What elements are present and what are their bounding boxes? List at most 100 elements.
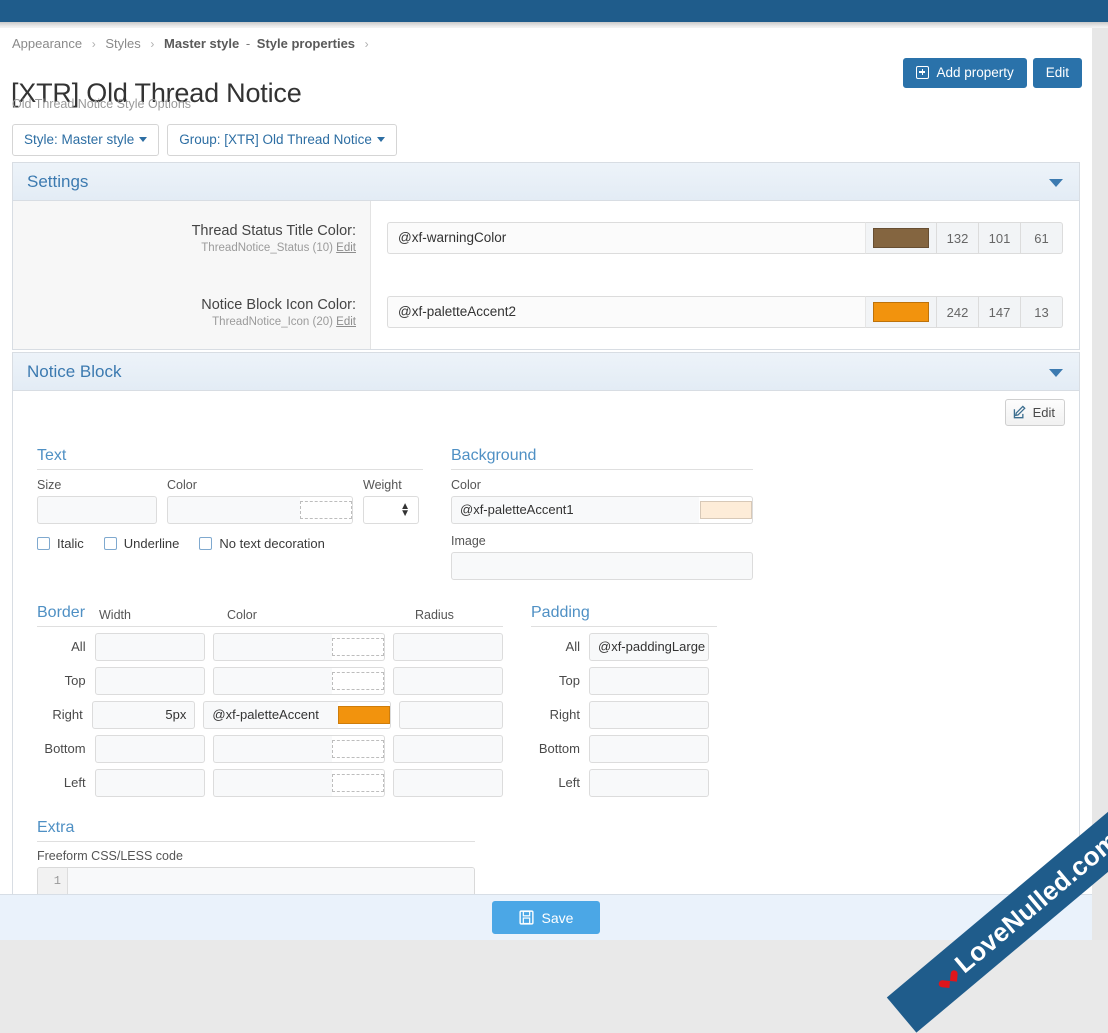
property-edit-link[interactable]: Edit [336, 242, 356, 254]
color-blue-value[interactable]: 13 [1021, 296, 1063, 328]
property-name: Notice Block Icon Color: [13, 297, 356, 313]
color-red-value[interactable]: 132 [937, 222, 979, 254]
header-action-buttons: Add property Edit [903, 58, 1082, 88]
collapse-triangle-icon[interactable] [1049, 369, 1063, 377]
empty-color-swatch [332, 672, 384, 690]
border-color-picker[interactable] [332, 633, 385, 661]
padding-value-input[interactable] [589, 667, 709, 695]
border-row-label: Top [37, 667, 95, 695]
padding-rows: All@xf-paddingLargeTopRightBottomLeft [531, 633, 717, 797]
save-button[interactable]: Save [492, 901, 601, 934]
padding-value-input[interactable] [589, 701, 709, 729]
border-row: Left [37, 769, 503, 797]
border-color-input[interactable] [213, 735, 332, 763]
color-green-value[interactable]: 147 [979, 296, 1021, 328]
border-color-picker[interactable] [338, 701, 391, 729]
property-edit-link[interactable]: Edit [336, 316, 356, 328]
border-radius-input[interactable] [399, 701, 503, 729]
text-size-input[interactable] [37, 496, 157, 524]
border-radius-input[interactable] [393, 667, 503, 695]
border-color-swatch [338, 706, 390, 724]
chevron-down-icon [377, 137, 385, 142]
group-selector-label: Group: [XTR] Old Thread Notice [179, 132, 372, 147]
background-image-field: Image [451, 534, 753, 580]
breadcrumb-separator-icon: › [365, 37, 369, 51]
text-color-field: Color [167, 478, 353, 524]
border-radius-input[interactable] [393, 633, 503, 661]
text-size-label: Size [37, 478, 157, 492]
color-red-value[interactable]: 242 [937, 296, 979, 328]
heart-icon [937, 968, 956, 987]
border-radius-input[interactable] [393, 769, 503, 797]
border-color-input[interactable] [213, 667, 332, 695]
breadcrumb-item-appearance[interactable]: Appearance [12, 36, 82, 51]
text-size-field: Size [37, 478, 157, 524]
page-right-gutter [1092, 28, 1108, 940]
empty-color-swatch [332, 774, 384, 792]
border-color-input[interactable] [213, 633, 332, 661]
border-row: All [37, 633, 503, 661]
background-color-input[interactable]: @xf-paletteAccent1 [451, 496, 699, 524]
padding-row-label: Right [531, 701, 589, 729]
text-color-input[interactable] [167, 496, 300, 524]
collapse-triangle-icon[interactable] [1049, 179, 1063, 187]
notice-block-edit-button[interactable]: Edit [1005, 399, 1065, 426]
notice-block-icon-color-input[interactable]: @xf-paletteAccent2 [387, 296, 865, 328]
property-meta: ThreadNotice_Status (10) Edit [13, 242, 356, 254]
no-text-decoration-checkbox[interactable]: No text decoration [199, 536, 325, 551]
border-color-picker[interactable] [332, 769, 385, 797]
text-weight-select[interactable]: ▲▼ [363, 496, 419, 524]
thread-status-title-color-swatch[interactable] [865, 222, 937, 254]
checkbox-box-icon [37, 537, 50, 550]
settings-row-field: @xf-paletteAccent2 242 147 13 [371, 275, 1079, 349]
border-group-title: Border [37, 604, 99, 622]
border-width-input[interactable] [95, 735, 205, 763]
page-subtitle: Old Thread Notice Style Options [12, 97, 191, 111]
padding-group-title: Padding [531, 604, 717, 627]
background-color-picker[interactable] [699, 496, 753, 524]
border-radius-input[interactable] [393, 735, 503, 763]
edit-button[interactable]: Edit [1033, 58, 1082, 88]
color-blue-value[interactable]: 61 [1021, 222, 1063, 254]
settings-row-label: Thread Status Title Color: ThreadNotice_… [13, 201, 370, 275]
border-width-input[interactable]: 5px [92, 701, 196, 729]
color-green-value[interactable]: 101 [979, 222, 1021, 254]
padding-value-input[interactable] [589, 735, 709, 763]
notice-block-section-header[interactable]: Notice Block [13, 353, 1079, 391]
border-width-input[interactable] [95, 667, 205, 695]
settings-section-header[interactable]: Settings [13, 163, 1079, 201]
border-color-column-header: Color [227, 608, 415, 622]
chevron-down-icon [139, 137, 147, 142]
padding-row-label: Left [531, 769, 589, 797]
extra-group-title: Extra [37, 819, 475, 842]
border-color-picker[interactable] [332, 667, 385, 695]
border-padding-row: Border Width Color Radius AllTopRight5px… [13, 580, 1079, 797]
border-row: Top [37, 667, 503, 695]
breadcrumb-item-styles[interactable]: Styles [105, 36, 140, 51]
admin-page: Appearance › Styles › Master style - Sty… [0, 28, 1092, 940]
italic-checkbox[interactable]: Italic [37, 536, 84, 551]
breadcrumb-item-master-style[interactable]: Master style [164, 36, 239, 51]
group-selector-button[interactable]: Group: [XTR] Old Thread Notice [167, 124, 397, 156]
padding-row: All@xf-paddingLarge [531, 633, 717, 661]
underline-checkbox[interactable]: Underline [104, 536, 180, 551]
border-width-input[interactable] [95, 633, 205, 661]
border-color-input[interactable] [213, 769, 332, 797]
border-color-input[interactable]: @xf-paletteAccent [203, 701, 338, 729]
breadcrumb-item-style-properties[interactable]: Style properties [257, 36, 355, 51]
padding-value-input[interactable] [589, 769, 709, 797]
style-selector-button[interactable]: Style: Master style [12, 124, 159, 156]
border-width-input[interactable] [95, 769, 205, 797]
thread-status-title-color-input[interactable]: @xf-warningColor [387, 222, 865, 254]
border-group: Border Width Color Radius AllTopRight5px… [37, 604, 503, 797]
text-group-title: Text [37, 447, 423, 470]
border-color-picker[interactable] [332, 735, 385, 763]
padding-row-label: All [531, 633, 589, 661]
text-color-picker[interactable] [300, 496, 353, 524]
padding-value-input[interactable]: @xf-paddingLarge [589, 633, 709, 661]
add-property-button[interactable]: Add property [903, 58, 1026, 88]
notice-block-icon-color-swatch[interactable] [865, 296, 937, 328]
breadcrumb: Appearance › Styles › Master style - Sty… [12, 36, 375, 51]
background-image-input[interactable] [451, 552, 753, 580]
padding-row: Top [531, 667, 717, 695]
